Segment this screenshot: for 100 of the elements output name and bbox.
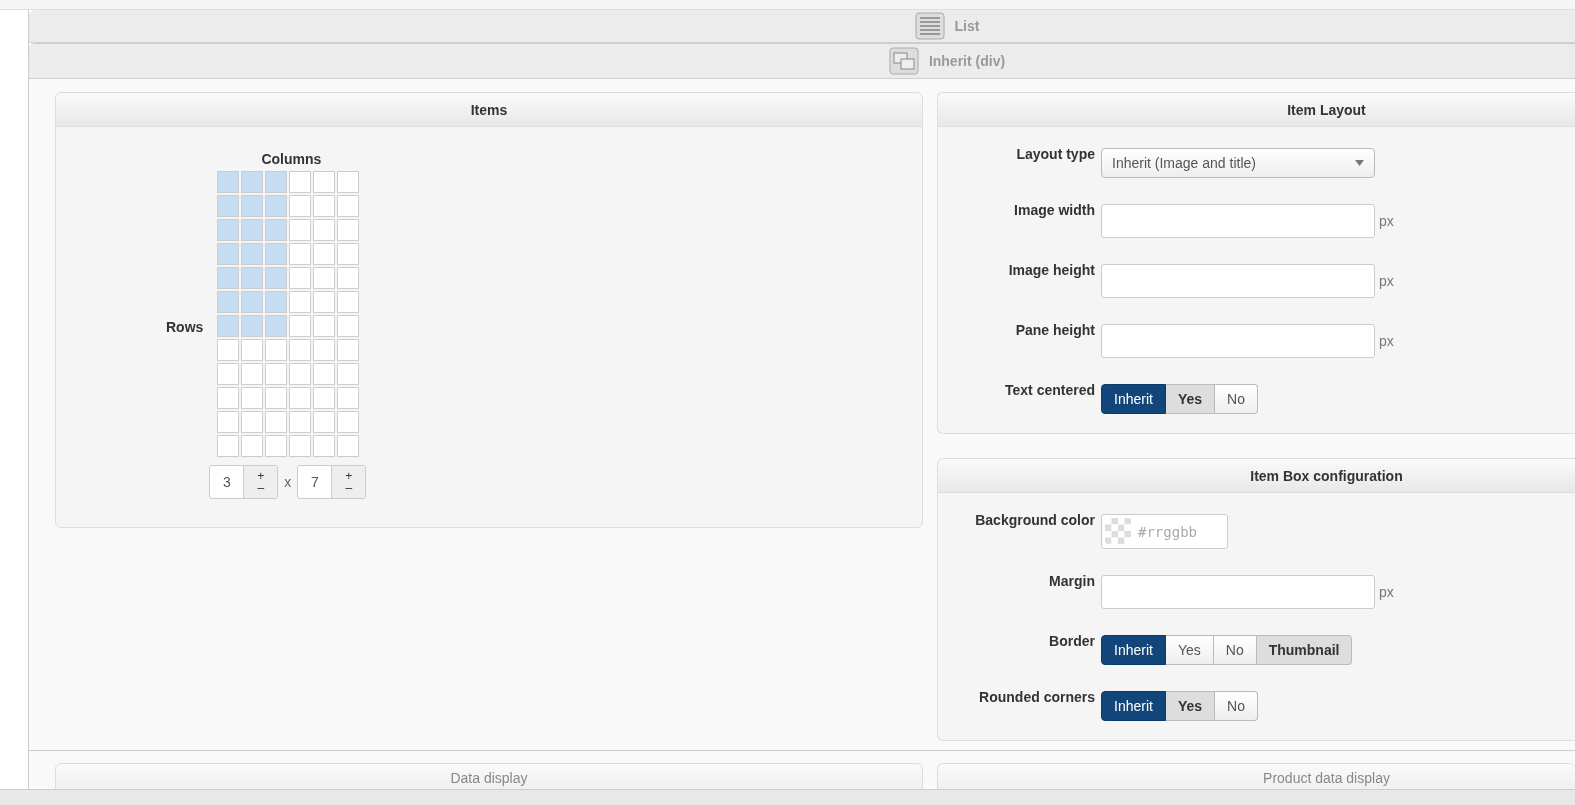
grid-cell[interactable] — [240, 387, 263, 409]
toggle-button[interactable]: Yes — [1165, 384, 1216, 414]
grid-cell[interactable] — [264, 435, 287, 457]
field-label: Background color — [974, 512, 1096, 528]
grid-cell[interactable] — [216, 363, 239, 385]
grid-cell[interactable] — [288, 435, 311, 457]
input-field[interactable] — [1101, 204, 1375, 238]
grid-cell[interactable] — [336, 291, 359, 313]
grid-cell[interactable] — [312, 411, 335, 433]
grid-cell[interactable] — [216, 219, 239, 241]
grid-cell[interactable] — [264, 315, 287, 337]
list-icon — [914, 12, 945, 40]
toggle-button[interactable]: Inherit — [1101, 635, 1166, 665]
grid-cell[interactable] — [216, 411, 239, 433]
layout-type-dropdown[interactable]: Inherit (Image and title) — [1101, 148, 1375, 178]
toggle-button[interactable]: Inherit — [1101, 691, 1166, 721]
grid-cell[interactable] — [264, 291, 287, 313]
grid-cell[interactable] — [264, 267, 287, 289]
grid-cell[interactable] — [264, 219, 287, 241]
grid-cell[interactable] — [288, 363, 311, 385]
dropdown-caret-icon — [1355, 160, 1364, 166]
grid-cell[interactable] — [240, 411, 263, 433]
input-field[interactable] — [1101, 324, 1375, 358]
grid-cell[interactable] — [288, 267, 311, 289]
grid-cell[interactable] — [312, 339, 335, 361]
grid-cell[interactable] — [240, 195, 263, 217]
grid-cell[interactable] — [264, 339, 287, 361]
grid-cell[interactable] — [288, 219, 311, 241]
grid-cell[interactable] — [312, 195, 335, 217]
grid-cell[interactable] — [288, 339, 311, 361]
field-label: Image width — [1013, 202, 1096, 218]
grid-cell[interactable] — [216, 243, 239, 265]
grid-cell[interactable] — [312, 267, 335, 289]
grid-cell[interactable] — [336, 411, 359, 433]
grid-cell[interactable] — [240, 339, 263, 361]
grid-cell[interactable] — [264, 387, 287, 409]
grid-cell[interactable] — [288, 243, 311, 265]
grid-cell[interactable] — [240, 363, 263, 385]
grid-cell[interactable] — [336, 171, 359, 193]
grid-cell[interactable] — [240, 219, 263, 241]
toggle-button[interactable]: No — [1215, 691, 1258, 721]
grid-cell[interactable] — [288, 315, 311, 337]
input-field[interactable] — [1101, 264, 1375, 298]
grid-cell[interactable] — [336, 243, 359, 265]
grid-cell[interactable] — [216, 171, 239, 193]
grid-cell[interactable] — [312, 243, 335, 265]
grid-cell[interactable] — [312, 387, 335, 409]
grid-cell[interactable] — [336, 435, 359, 457]
grid-cell[interactable] — [216, 387, 239, 409]
grid-cell[interactable] — [216, 435, 239, 457]
layout-icon — [888, 47, 919, 75]
grid-cell[interactable] — [336, 387, 359, 409]
toggle-button[interactable]: Thumbnail — [1256, 635, 1353, 665]
horizontal-scrollbar[interactable] — [0, 789, 1575, 805]
grid-cell[interactable] — [216, 339, 239, 361]
color-field[interactable]: #rrggbb — [1101, 514, 1228, 549]
grid-cell[interactable] — [336, 195, 359, 217]
grid-cell[interactable] — [216, 291, 239, 313]
grid-cell[interactable] — [240, 243, 263, 265]
columns-label: Columns — [261, 151, 322, 167]
grid-cell[interactable] — [288, 387, 311, 409]
unit-label: px — [1379, 584, 1394, 600]
grid-cell[interactable] — [264, 411, 287, 433]
grid-cell[interactable] — [240, 171, 263, 193]
grid-cell[interactable] — [336, 267, 359, 289]
grid-cell[interactable] — [312, 171, 335, 193]
grid-cell[interactable] — [216, 267, 239, 289]
grid-cell[interactable] — [312, 291, 335, 313]
grid-cell[interactable] — [288, 195, 311, 217]
grid-cell[interactable] — [312, 435, 335, 457]
grid-cell[interactable] — [240, 267, 263, 289]
unit-label: px — [1379, 333, 1394, 349]
toggle-button[interactable]: Yes — [1165, 635, 1214, 665]
unit-label: px — [1379, 273, 1394, 289]
grid-cell[interactable] — [312, 219, 335, 241]
grid-cell[interactable] — [240, 435, 263, 457]
grid-cell[interactable] — [288, 291, 311, 313]
grid-cell[interactable] — [312, 363, 335, 385]
grid-cell[interactable] — [336, 363, 359, 385]
grid-cell[interactable] — [216, 315, 239, 337]
toggle-button[interactable]: No — [1215, 384, 1258, 414]
grid-cell[interactable] — [336, 339, 359, 361]
rows-stepper[interactable]: 7 + – — [297, 465, 367, 499]
grid-cell[interactable] — [336, 315, 359, 337]
grid-cell[interactable] — [288, 411, 311, 433]
toggle-button[interactable]: Yes — [1165, 691, 1216, 721]
input-field[interactable] — [1101, 575, 1375, 609]
grid-cell[interactable] — [264, 195, 287, 217]
grid-cell[interactable] — [264, 243, 287, 265]
grid-cell[interactable] — [312, 315, 335, 337]
grid-cell[interactable] — [240, 291, 263, 313]
columns-stepper[interactable]: 3 + – — [209, 465, 279, 499]
grid-cell[interactable] — [216, 195, 239, 217]
toggle-button[interactable]: Inherit — [1101, 384, 1166, 414]
grid-cell[interactable] — [240, 315, 263, 337]
grid-cell[interactable] — [264, 171, 287, 193]
grid-cell[interactable] — [288, 171, 311, 193]
grid-cell[interactable] — [336, 219, 359, 241]
toggle-button[interactable]: No — [1213, 635, 1257, 665]
grid-cell[interactable] — [264, 363, 287, 385]
